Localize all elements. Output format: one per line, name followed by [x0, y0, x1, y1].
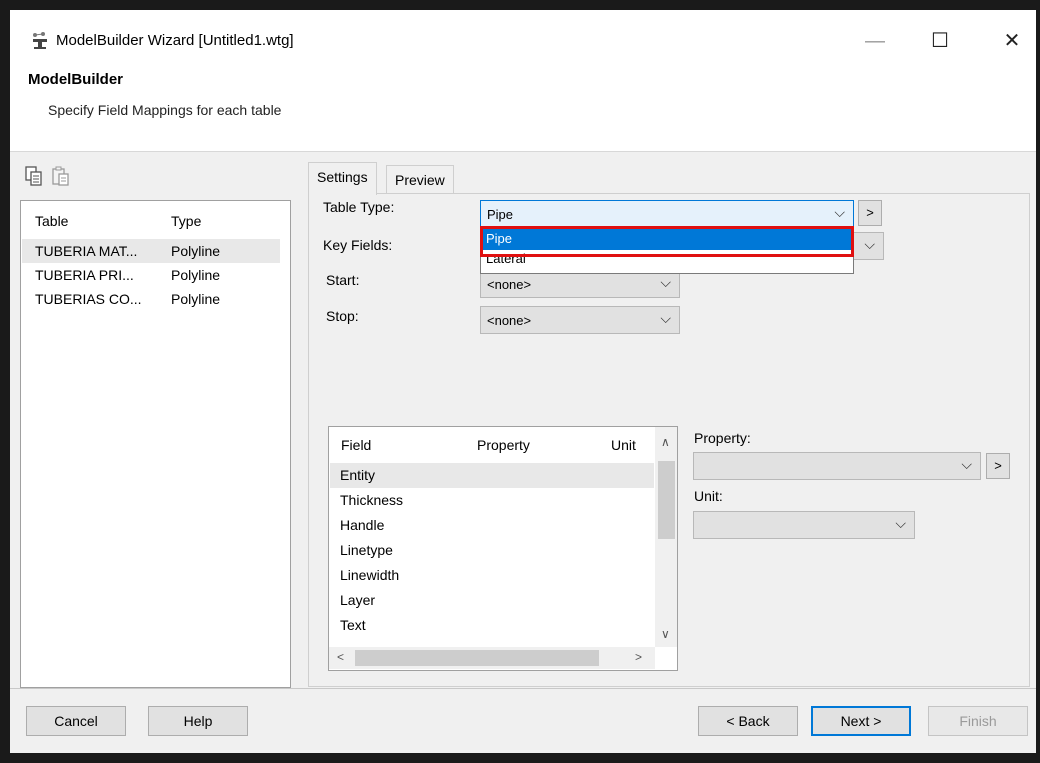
- window-title: ModelBuilder Wizard [Untitled1.wtg]: [56, 32, 294, 49]
- next-button[interactable]: Next >: [811, 706, 911, 736]
- wizard-footer: Cancel Help < Back Next > Finish: [10, 688, 1036, 753]
- close-button[interactable]: ✕: [997, 28, 1027, 54]
- table-type-label: Table Type:: [323, 199, 395, 215]
- table-type: Polyline: [171, 267, 221, 283]
- column-header-table[interactable]: Table: [35, 213, 68, 229]
- field-row[interactable]: Handle: [330, 513, 654, 538]
- table-list[interactable]: Table Type TUBERIA MAT... Polyline TUBER…: [20, 200, 291, 688]
- table-row[interactable]: TUBERIAS CO... Polyline: [22, 287, 280, 311]
- help-button[interactable]: Help: [148, 706, 248, 736]
- finish-button[interactable]: Finish: [928, 706, 1028, 736]
- screen-frame-bottom: [0, 753, 1040, 763]
- field-row[interactable]: Thickness: [330, 488, 654, 513]
- property-label: Property:: [694, 430, 751, 446]
- column-header-property[interactable]: Property: [477, 437, 530, 453]
- vertical-scrollbar[interactable]: ∧ ∨: [655, 427, 677, 647]
- stop-select[interactable]: <none> ⌵: [480, 306, 680, 334]
- stop-value: <none>: [487, 313, 532, 328]
- scroll-up-icon[interactable]: ∧: [661, 435, 670, 449]
- table-name: TUBERIA PRI...: [35, 267, 134, 283]
- field-row[interactable]: Linewidth: [330, 563, 654, 588]
- unit-select[interactable]: ⌵: [693, 511, 915, 539]
- maximize-button[interactable]: ☐: [925, 28, 955, 54]
- start-value: <none>: [487, 277, 532, 292]
- screen-frame-left: [0, 0, 10, 763]
- copy-icon[interactable]: [25, 166, 43, 186]
- stop-label: Stop:: [326, 308, 359, 324]
- paste-icon[interactable]: [52, 166, 70, 186]
- field-row[interactable]: Linetype: [330, 538, 654, 563]
- horizontal-scrollbar[interactable]: < >: [329, 647, 655, 669]
- property-select[interactable]: ⌵: [693, 452, 981, 480]
- scroll-down-icon[interactable]: ∨: [661, 627, 670, 641]
- field-row[interactable]: Text: [330, 613, 654, 638]
- tab-settings[interactable]: Settings: [308, 162, 377, 195]
- cancel-button[interactable]: Cancel: [26, 706, 126, 736]
- chevron-down-icon: ⌵: [660, 274, 671, 290]
- vertical-scroll-thumb[interactable]: [658, 461, 675, 539]
- key-fields-label: Key Fields:: [323, 237, 393, 253]
- highlight-box: [480, 226, 854, 257]
- table-row[interactable]: TUBERIA MAT... Polyline: [22, 239, 280, 263]
- table-type-more-button[interactable]: >: [858, 200, 882, 226]
- chevron-down-icon: ⌵: [895, 515, 906, 531]
- table-name: TUBERIA MAT...: [35, 243, 138, 259]
- chevron-down-icon: ⌵: [864, 236, 875, 252]
- field-row[interactable]: Entity: [330, 463, 654, 488]
- wizard-window: ModelBuilder Wizard [Untitled1.wtg] — ☐ …: [10, 10, 1036, 753]
- table-row[interactable]: TUBERIA PRI... Polyline: [22, 263, 280, 287]
- page-subtitle: Specify Field Mappings for each table: [48, 102, 282, 118]
- table-type-value: Pipe: [487, 207, 514, 222]
- wizard-header: ModelBuilder Wizard [Untitled1.wtg] — ☐ …: [10, 10, 1036, 152]
- field-row[interactable]: Layer: [330, 588, 654, 613]
- chevron-down-icon: ⌵: [834, 204, 845, 220]
- field-mapping-grid[interactable]: Field Property Unit Entity Thickness Han…: [328, 426, 678, 671]
- horizontal-scroll-thumb[interactable]: [355, 650, 599, 666]
- column-header-type[interactable]: Type: [171, 213, 201, 229]
- modelbuilder-app-icon: [33, 32, 47, 49]
- column-header-unit[interactable]: Unit: [611, 437, 636, 453]
- scroll-right-icon[interactable]: >: [635, 650, 642, 664]
- column-header-field[interactable]: Field: [341, 437, 371, 453]
- screen-frame-top: [0, 0, 1040, 10]
- tab-preview[interactable]: Preview: [386, 165, 454, 194]
- table-name: TUBERIAS CO...: [35, 291, 142, 307]
- table-type: Polyline: [171, 243, 221, 259]
- minimize-button[interactable]: —: [860, 28, 890, 54]
- unit-label: Unit:: [694, 488, 723, 504]
- scroll-left-icon[interactable]: <: [337, 650, 344, 664]
- table-type-select[interactable]: Pipe ⌵: [480, 200, 854, 227]
- start-select[interactable]: <none> ⌵: [480, 270, 680, 298]
- back-button[interactable]: < Back: [698, 706, 798, 736]
- start-label: Start:: [326, 272, 360, 288]
- screen-frame-right: [1036, 0, 1040, 763]
- chevron-down-icon: ⌵: [961, 456, 972, 472]
- chevron-down-icon: ⌵: [660, 310, 671, 326]
- table-type: Polyline: [171, 291, 221, 307]
- property-more-button[interactable]: >: [986, 453, 1010, 479]
- page-title: ModelBuilder: [28, 71, 124, 88]
